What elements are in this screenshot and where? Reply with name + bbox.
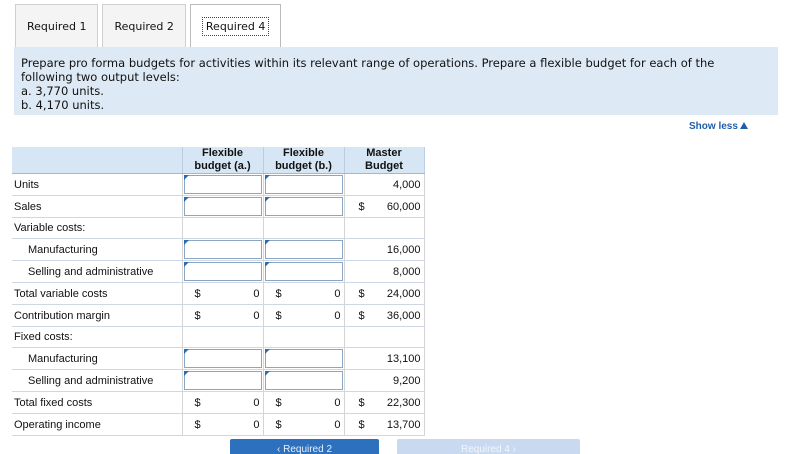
table-row-operating-income: Operating income $0 $0 $13,700 [12, 413, 425, 436]
currency-sign: $ [275, 418, 282, 431]
currency-sign: $ [275, 287, 282, 300]
table-row-contribution-margin: Contribution margin $0 $0 $36,000 [12, 304, 425, 327]
currency-sign: $ [358, 418, 365, 431]
op-income-budget-b-value: 0 [334, 418, 341, 431]
table-row-fixed-selling-admin: Selling and administrative 9,200 [12, 369, 425, 392]
fix-mfg-master-value: 13,100 [386, 352, 421, 365]
total-var-budget-a-value: 0 [253, 287, 260, 300]
currency-sign: $ [194, 418, 201, 431]
row-label: Manufacturing [12, 238, 182, 261]
table-row-sales: Sales $60,000 [12, 195, 425, 218]
sales-budget-b-input[interactable] [264, 197, 343, 216]
units-budget-b-input[interactable] [264, 175, 343, 194]
instructions-line-2: following two output levels: [21, 70, 180, 84]
row-label: Units [12, 173, 182, 196]
units-budget-a-input[interactable] [183, 175, 262, 194]
table-row-variable-selling-admin: Selling and administrative 8,000 [12, 260, 425, 283]
table-row-total-fixed-costs: Total fixed costs $0 $0 $22,300 [12, 391, 425, 414]
table-row-variable-manufacturing: Manufacturing 16,000 [12, 238, 425, 261]
caret-up-icon [739, 122, 748, 129]
header-master-budget: Master Budget [344, 147, 425, 174]
row-label: Fixed costs: [12, 326, 182, 348]
fix-mfg-budget-b-input[interactable] [264, 349, 343, 368]
tab-required-4-label: Required 4 [201, 17, 270, 36]
total-fixed-budget-a-value: 0 [253, 396, 260, 409]
total-fixed-budget-b-value: 0 [334, 396, 341, 409]
next-required-4-button[interactable]: Required 4 › [397, 439, 580, 454]
header-label-column [12, 147, 183, 174]
instructions-line-3: a. 3,770 units. [21, 84, 104, 98]
show-less-link[interactable]: Show less [689, 121, 748, 132]
total-fixed-master-value: 22,300 [386, 396, 421, 409]
currency-sign: $ [358, 287, 365, 300]
row-label: Contribution margin [12, 304, 182, 327]
instructions-line-4: b. 4,170 units. [21, 98, 105, 112]
var-mfg-budget-b-input[interactable] [264, 240, 343, 259]
total-var-budget-b-value: 0 [334, 287, 341, 300]
var-sa-budget-b-input[interactable] [264, 262, 343, 281]
table-row-fixed-costs: Fixed costs: [12, 326, 425, 348]
row-label: Sales [12, 195, 182, 218]
currency-sign: $ [275, 396, 282, 409]
table-row-units: Units 4,000 [12, 173, 425, 196]
row-label: Total variable costs [12, 282, 182, 305]
var-sa-master-value: 8,000 [392, 265, 421, 278]
fix-sa-master-value: 9,200 [392, 374, 421, 387]
table-row-variable-costs: Variable costs: [12, 217, 425, 239]
table-row-fixed-manufacturing: Manufacturing 13,100 [12, 347, 425, 370]
tab-required-2[interactable]: Required 2 [102, 4, 186, 47]
row-label: Manufacturing [12, 347, 182, 370]
previous-required-2-button[interactable]: ‹ Required 2 [230, 439, 379, 454]
row-label: Operating income [12, 413, 182, 436]
contrib-budget-a-value: 0 [253, 309, 260, 322]
currency-sign: $ [358, 309, 365, 322]
header-flexible-budget-b: Flexible budget (b.) [263, 147, 345, 174]
currency-sign: $ [194, 396, 201, 409]
row-label: Total fixed costs [12, 391, 182, 414]
var-sa-budget-a-input[interactable] [183, 262, 262, 281]
units-master-value: 4,000 [392, 178, 421, 191]
var-mfg-master-value: 16,000 [386, 243, 421, 256]
row-label: Selling and administrative [12, 369, 182, 392]
op-income-master-value: 13,700 [386, 418, 421, 431]
fix-sa-budget-b-input[interactable] [264, 371, 343, 390]
currency-sign: $ [275, 309, 282, 322]
instructions-line-1: Prepare pro forma budgets for activities… [21, 56, 715, 70]
tab-bar: Required 1 Required 2 Required 4 [15, 4, 282, 47]
header-flexible-budget-a: Flexible budget (a.) [182, 147, 264, 174]
contrib-master-value: 36,000 [386, 309, 421, 322]
sales-budget-a-input[interactable] [183, 197, 262, 216]
fix-mfg-budget-a-input[interactable] [183, 349, 262, 368]
sales-master-value: 60,000 [386, 200, 421, 213]
fix-sa-budget-a-input[interactable] [183, 371, 262, 390]
table-header-row: Flexible budget (a.) Flexible budget (b.) … [12, 147, 425, 174]
currency-sign: $ [358, 396, 365, 409]
instructions-panel: Prepare pro forma budgets for activities… [14, 47, 778, 115]
tab-required-4[interactable]: Required 4 [189, 4, 282, 47]
currency-sign: $ [194, 309, 201, 322]
total-var-master-value: 24,000 [386, 287, 421, 300]
table-row-total-variable-costs: Total variable costs $0 $0 $24,000 [12, 282, 425, 305]
op-income-budget-a-value: 0 [253, 418, 260, 431]
flexible-budget-table: Flexible budget (a.) Flexible budget (b.) … [12, 147, 425, 436]
row-label: Selling and administrative [12, 260, 182, 283]
tab-required-1[interactable]: Required 1 [15, 4, 99, 47]
contrib-budget-b-value: 0 [334, 309, 341, 322]
show-less-label: Show less [689, 121, 738, 132]
row-label: Variable costs: [12, 217, 182, 239]
currency-sign: $ [194, 287, 201, 300]
var-mfg-budget-a-input[interactable] [183, 240, 262, 259]
currency-sign: $ [358, 200, 365, 213]
